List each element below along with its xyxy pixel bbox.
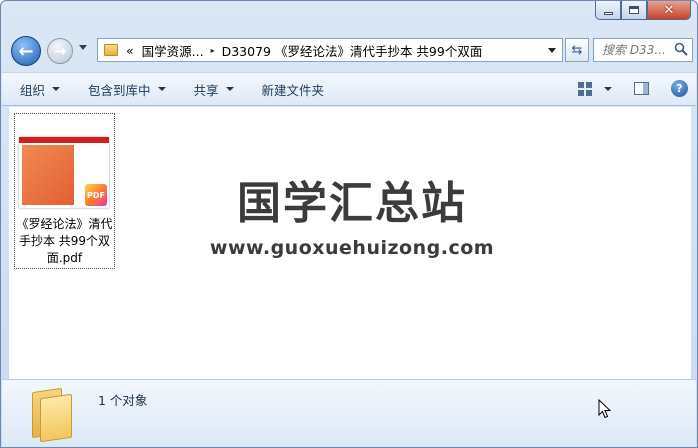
close-button[interactable]: ✕ [647,1,691,20]
watermark-title: 国学汇总站 [237,178,467,229]
breadcrumb-item-current[interactable]: D33079 《罗经论法》清代手抄本 共99个双面 [218,41,487,60]
address-bar[interactable]: « 国学资源... ▸ D33079 《罗经论法》清代手抄本 共99个双面 [97,38,563,62]
item-count: 1 个对象 [98,393,148,408]
chevron-down-icon [225,87,234,91]
view-controls: ? [578,80,688,97]
details-pane: 1 个对象 [2,379,696,447]
address-dropdown-icon[interactable] [548,48,556,53]
caption-buttons: ✕ [595,1,691,20]
include-in-library-label: 包含到库中 [88,82,151,98]
change-view-icon[interactable] [578,81,592,96]
preview-pane-icon[interactable] [634,82,649,95]
new-folder-label: 新建文件夹 [261,82,325,98]
search-box[interactable] [593,38,693,62]
view-options-dropdown[interactable] [604,86,612,91]
minimize-button[interactable] [595,1,621,20]
minimize-icon [603,11,613,15]
breadcrumb-overflow[interactable]: « [122,43,138,58]
back-button[interactable]: ← [11,36,41,66]
file-name[interactable]: 《罗经论法》清代手抄本 共99个双面.pdf [15,216,114,267]
breadcrumb-item-guoxue[interactable]: 国学资源... [138,41,208,60]
pdf-thumbnail: PDF [19,137,109,208]
arrow-left-icon: ← [18,40,34,62]
refresh-button[interactable]: ⇆ [565,38,589,62]
pdf-icon: PDF [85,184,107,206]
watermark-url: www.guoxuehuizong.com [209,237,495,259]
recent-pages-dropdown[interactable] [79,45,87,50]
share-label: 共享 [193,82,219,98]
maximize-button[interactable] [621,1,647,20]
search-input[interactable] [594,39,670,61]
arrow-right-icon: → [53,42,67,60]
forward-button[interactable]: → [47,38,73,64]
file-item[interactable]: PDF 《罗经论法》清代手抄本 共99个双面.pdf [14,113,115,269]
organize-label: 组织 [20,82,46,98]
watermark: 国学汇总站 www.guoxuehuizong.com [207,177,497,259]
mouse-cursor-icon [598,399,612,419]
document-cover-image [22,145,74,205]
breadcrumb-separator-icon[interactable]: ▸ [208,46,218,55]
refresh-icon: ⇆ [571,42,583,58]
organize-menu[interactable]: 组织 [20,80,61,99]
chevron-down-icon [52,87,61,91]
folder-icon [28,386,76,443]
file-list-area[interactable]: PDF 《罗经论法》清代手抄本 共99个双面.pdf 国学汇总站 www.guo… [9,107,691,379]
close-icon: ✕ [663,2,675,18]
share-menu[interactable]: 共享 [194,80,234,99]
command-bar: 组织 包含到库中 共享 新建文件夹 ? [2,72,696,106]
help-icon[interactable]: ? [671,80,688,97]
include-in-library-menu[interactable]: 包含到库中 [88,80,166,99]
navigation-bar: ← → « 国学资源... ▸ D33079 《罗经论法》清代手抄本 共99个双… [9,34,693,68]
maximize-icon [629,6,639,14]
folder-icon [104,44,118,56]
search-icon[interactable] [674,42,688,56]
new-folder-button[interactable]: 新建文件夹 [262,80,325,99]
chevron-down-icon [157,87,166,91]
explorer-window: ✕ ← → « 国学资源... ▸ D33079 《罗经论法》清代手抄本 共99… [0,0,698,448]
